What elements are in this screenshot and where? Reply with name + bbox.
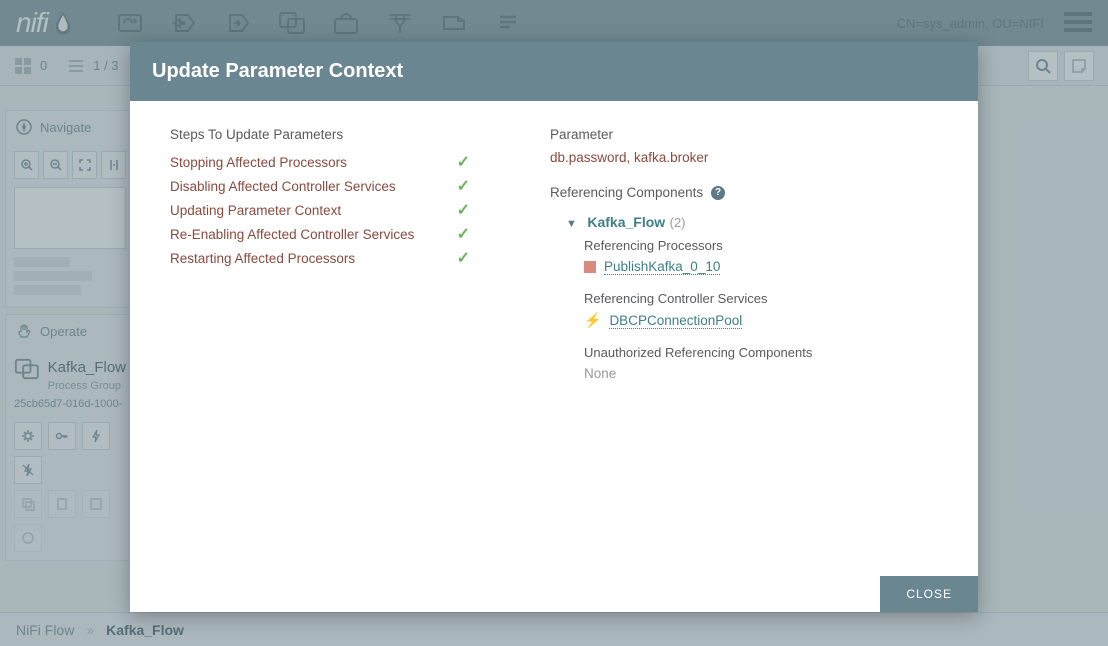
step-label: Re-Enabling Affected Controller Services [170,227,414,242]
step-label: Disabling Affected Controller Services [170,179,396,194]
check-icon: ✓ [457,200,470,220]
service-link[interactable]: DBCPConnectionPool [609,313,742,329]
referencing-heading: Referencing Components [550,185,703,200]
check-icon: ✓ [457,224,470,244]
check-icon: ✓ [457,152,470,172]
unauthorized-value: None [584,366,938,381]
ref-processors-label: Referencing Processors [584,238,938,253]
close-button[interactable]: CLOSE [880,576,978,612]
help-icon[interactable]: ? [711,186,725,200]
flow-name[interactable]: Kafka_Flow [587,214,665,230]
parameter-value: db.password, kafka.broker [550,150,938,165]
bolt-icon: ⚡ [584,312,601,329]
step-row: Re-Enabling Affected Controller Services… [170,222,470,246]
step-row: Restarting Affected Processors ✓ [170,246,470,270]
step-label: Stopping Affected Processors [170,155,347,170]
steps-heading: Steps To Update Parameters [170,127,470,142]
check-icon: ✓ [457,248,470,268]
flow-count: (2) [670,215,686,230]
parameter-heading: Parameter [550,127,938,142]
dialog-title: Update Parameter Context [130,42,978,101]
ref-services-label: Referencing Controller Services [584,291,938,306]
update-parameter-dialog: Update Parameter Context Steps To Update… [130,42,978,612]
step-row: Disabling Affected Controller Services ✓ [170,174,470,198]
step-row: Stopping Affected Processors ✓ [170,150,470,174]
step-label: Restarting Affected Processors [170,251,355,266]
step-label: Updating Parameter Context [170,203,341,218]
stopped-icon [584,261,596,273]
unauthorized-label: Unauthorized Referencing Components [584,345,938,360]
step-row: Updating Parameter Context ✓ [170,198,470,222]
check-icon: ✓ [457,176,470,196]
processor-link[interactable]: PublishKafka_0_10 [604,259,720,275]
caret-down-icon[interactable]: ▼ [566,218,577,230]
